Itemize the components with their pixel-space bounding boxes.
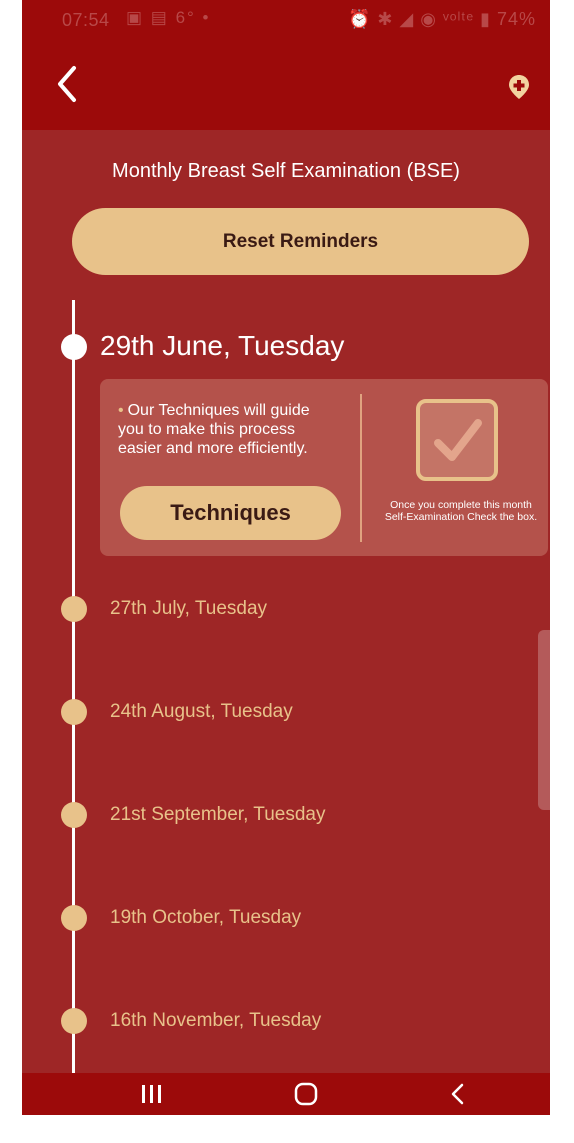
complete-checkbox[interactable] <box>416 399 498 481</box>
techniques-tip: • Our Techniques will guide you to make t… <box>118 401 328 458</box>
nav-back-button[interactable] <box>418 1073 498 1115</box>
reminder-dot <box>61 699 87 725</box>
location-plus-icon <box>509 75 529 99</box>
checkbox-instructions: Once you complete this month Self-Examin… <box>384 499 538 523</box>
tip-bullet: • <box>118 402 124 419</box>
current-reminder-card: • Our Techniques will guide you to make t… <box>100 379 548 556</box>
scrollbar-thumb[interactable] <box>538 630 550 810</box>
reminder-dot <box>61 1008 87 1034</box>
techniques-label: Techniques <box>170 500 291 525</box>
current-date: 29th June, Tuesday <box>100 330 345 361</box>
battery-level: 74% <box>496 9 536 29</box>
reminder-date: 27th July, Tuesday <box>110 598 268 619</box>
reminder-date: 19th October, Tuesday <box>110 907 302 928</box>
app-screen: 07:54 ▣ ▤ 6° • ⏰ ✱ ◢ ◉ ᵛᵒˡᵗᵉ ▮ 74% Month… <box>22 0 550 1115</box>
chevron-left-icon <box>58 66 76 102</box>
reminder-dot <box>61 802 87 828</box>
reminder-item: 16th November, Tuesday <box>22 1002 550 1042</box>
add-location-button[interactable] <box>508 75 530 99</box>
page-title: Monthly Breast Self Examination (BSE) <box>112 160 460 182</box>
reminder-date: 21st September, Tuesday <box>110 804 326 825</box>
recent-apps-button[interactable] <box>112 1073 192 1115</box>
home-icon <box>294 1082 318 1106</box>
reset-reminders-label: Reset Reminders <box>222 230 379 252</box>
reminder-dot <box>61 905 87 931</box>
status-bar: 07:54 ▣ ▤ 6° • ⏰ ✱ ◢ ◉ ᵛᵒˡᵗᵉ ▮ 74% <box>22 0 550 42</box>
reminder-item: 27th July, Tuesday <box>22 590 550 630</box>
status-right-icons: ⏰ ✱ ◢ ◉ ᵛᵒˡᵗᵉ ▮ 74% <box>348 9 536 30</box>
status-system-icons: ▣ ▤ 6° • <box>126 8 211 27</box>
recent-apps-icon <box>142 1085 161 1103</box>
techniques-button[interactable]: Techniques <box>120 486 341 540</box>
status-time: 07:54 <box>62 10 110 30</box>
status-connectivity-icons: ⏰ ✱ ◢ ◉ ᵛᵒˡᵗᵉ ▮ <box>347 9 491 29</box>
reminder-item: 21st September, Tuesday <box>22 796 550 836</box>
reminder-date: 16th November, Tuesday <box>110 1010 322 1031</box>
reminder-date: 24th August, Tuesday <box>110 701 293 722</box>
current-date-dot <box>61 334 87 360</box>
card-divider <box>360 394 362 542</box>
tip-text: Our Techniques will guide you to make th… <box>118 402 310 457</box>
system-nav-bar <box>22 1073 550 1115</box>
back-button[interactable] <box>52 64 84 104</box>
checkmark-icon <box>434 419 482 461</box>
reminder-dot <box>61 596 87 622</box>
home-button[interactable] <box>266 1073 346 1115</box>
reminder-item: 19th October, Tuesday <box>22 899 550 939</box>
reminder-item: 24th August, Tuesday <box>22 693 550 733</box>
app-header <box>22 42 550 130</box>
reset-reminders-button[interactable]: Reset Reminders <box>72 208 529 275</box>
back-icon <box>451 1083 464 1105</box>
